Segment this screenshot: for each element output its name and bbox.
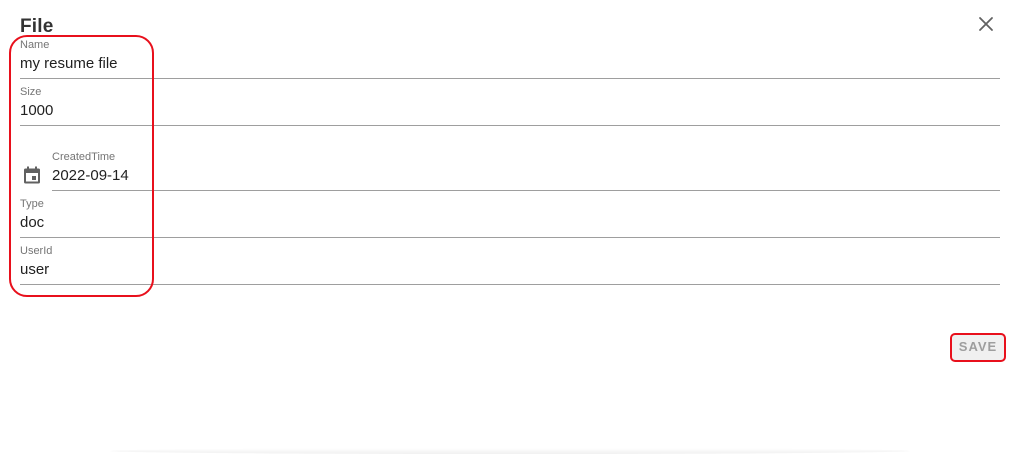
calendar-icon[interactable] bbox=[22, 165, 42, 185]
file-dialog: File Name my resume file Size 1000 Creat… bbox=[0, 0, 1024, 454]
dialog-bottom-shadow bbox=[110, 448, 910, 454]
size-label: Size bbox=[20, 86, 42, 98]
name-field[interactable]: Name my resume file bbox=[20, 36, 1000, 79]
type-field[interactable]: Type doc bbox=[20, 195, 1000, 238]
user-id-value[interactable]: user bbox=[20, 261, 49, 279]
type-label: Type bbox=[20, 198, 44, 210]
name-label: Name bbox=[20, 39, 50, 51]
save-button[interactable]: SAVE bbox=[950, 333, 1006, 362]
type-value[interactable]: doc bbox=[20, 214, 44, 232]
dialog-title: File bbox=[20, 16, 54, 37]
created-time-label: CreatedTime bbox=[52, 151, 116, 163]
created-time-field[interactable]: CreatedTime 2022-09-14 bbox=[52, 148, 1000, 191]
user-id-field[interactable]: UserId user bbox=[20, 242, 1000, 285]
size-field[interactable]: Size 1000 bbox=[20, 83, 1000, 126]
close-icon[interactable] bbox=[974, 12, 998, 36]
name-value[interactable]: my resume file bbox=[20, 55, 118, 73]
size-value[interactable]: 1000 bbox=[20, 102, 53, 120]
created-time-value[interactable]: 2022-09-14 bbox=[52, 167, 129, 185]
user-id-label: UserId bbox=[20, 245, 53, 257]
